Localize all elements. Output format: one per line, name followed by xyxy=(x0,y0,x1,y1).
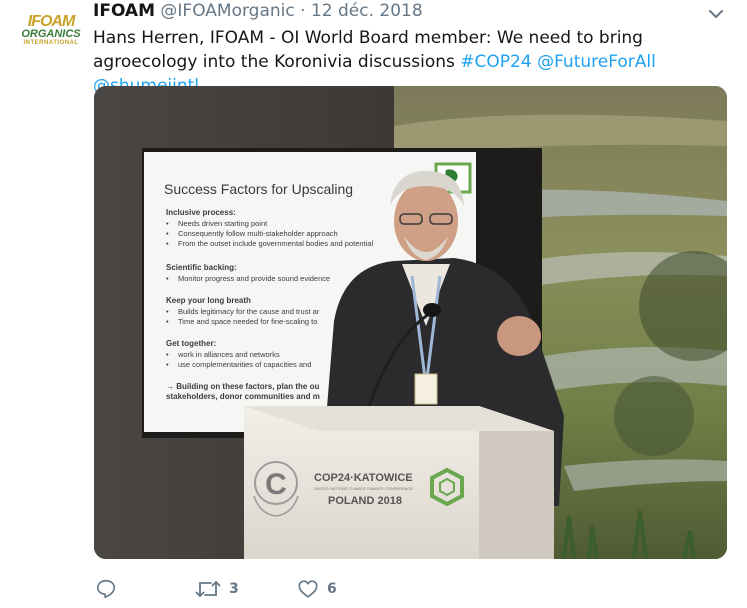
slide-title: Success Factors for Upscaling xyxy=(164,181,353,197)
tweet-card: IFOAM ORGANICS INTERNATIONAL IFOAM @IFOA… xyxy=(0,0,747,608)
slide-bullet: use complementarities of capacities and xyxy=(178,360,311,369)
like-count: 6 xyxy=(327,581,337,597)
slide-heading: Inclusive process: xyxy=(166,208,236,217)
slide-bullet-marker: • xyxy=(166,350,169,359)
slide-bullet: Needs driven starting point xyxy=(178,219,268,228)
slide-footer: → Building on these factors, plan the ou xyxy=(166,382,319,391)
author-handle[interactable]: @IFOAMorganic xyxy=(160,1,294,21)
author-name[interactable]: IFOAM xyxy=(93,1,155,21)
slide-bullet-marker: • xyxy=(166,274,169,283)
tweet-photo[interactable]: Success Factors for Upscaling Inclusive … xyxy=(94,86,727,559)
podium-title: COP24·KATOWICE xyxy=(314,472,413,484)
separator: · xyxy=(300,1,306,21)
reply-icon xyxy=(96,579,116,599)
retweet-icon xyxy=(195,581,221,597)
retweet-button[interactable]: 3 xyxy=(195,578,239,600)
tweet-date[interactable]: 12 déc. 2018 xyxy=(311,1,423,21)
slide-heading: Scientific backing: xyxy=(166,263,237,272)
svg-text:C: C xyxy=(265,468,287,501)
slide-bullet: From the outset include governmental bod… xyxy=(178,239,373,248)
photo-scene: Success Factors for Upscaling Inclusive … xyxy=(94,86,727,559)
slide-bullet: Time and space needed for fine-scaling t… xyxy=(178,317,317,326)
retweet-count: 3 xyxy=(229,581,239,597)
slide-bullet: Monitor progress and provide sound evide… xyxy=(178,274,330,283)
slide-bullet-marker: • xyxy=(166,219,169,228)
slide-bullet: work in alliances and networks xyxy=(177,350,280,359)
reply-button[interactable] xyxy=(95,578,125,600)
slide-bullet-marker: • xyxy=(166,317,169,326)
slide-bullet-marker: • xyxy=(166,307,169,316)
slide-bullet: Consequently follow multi-stakeholder ap… xyxy=(178,229,338,238)
heart-icon xyxy=(298,580,318,598)
ifoam-logo[interactable]: IFOAM ORGANICS INTERNATIONAL xyxy=(20,10,82,50)
slide-bullet-marker: • xyxy=(166,229,169,238)
podium-year: POLAND 2018 xyxy=(328,495,402,507)
slide-bullet-marker: • xyxy=(166,239,169,248)
slide-bullet: Builds legitimacy for the cause and trus… xyxy=(178,307,320,316)
mention-futureforall[interactable]: @FutureForAll xyxy=(537,52,656,72)
slide-heading: Keep your long breath xyxy=(166,296,251,305)
hashtag-cop24[interactable]: #COP24 xyxy=(460,52,531,72)
like-button[interactable]: 6 xyxy=(297,578,337,600)
slide-bullet-marker: • xyxy=(166,360,169,369)
slide-footer: stakeholders, donor communities and m xyxy=(166,392,320,401)
slide-heading: Get together: xyxy=(166,339,216,348)
chevron-down-icon[interactable] xyxy=(706,4,726,24)
tweet-header: IFOAM @IFOAMorganic · 12 déc. 2018 xyxy=(93,1,423,21)
podium-subtitle: UNITED NATIONS CLIMATE CHANGE CONFERENCE xyxy=(314,486,413,491)
